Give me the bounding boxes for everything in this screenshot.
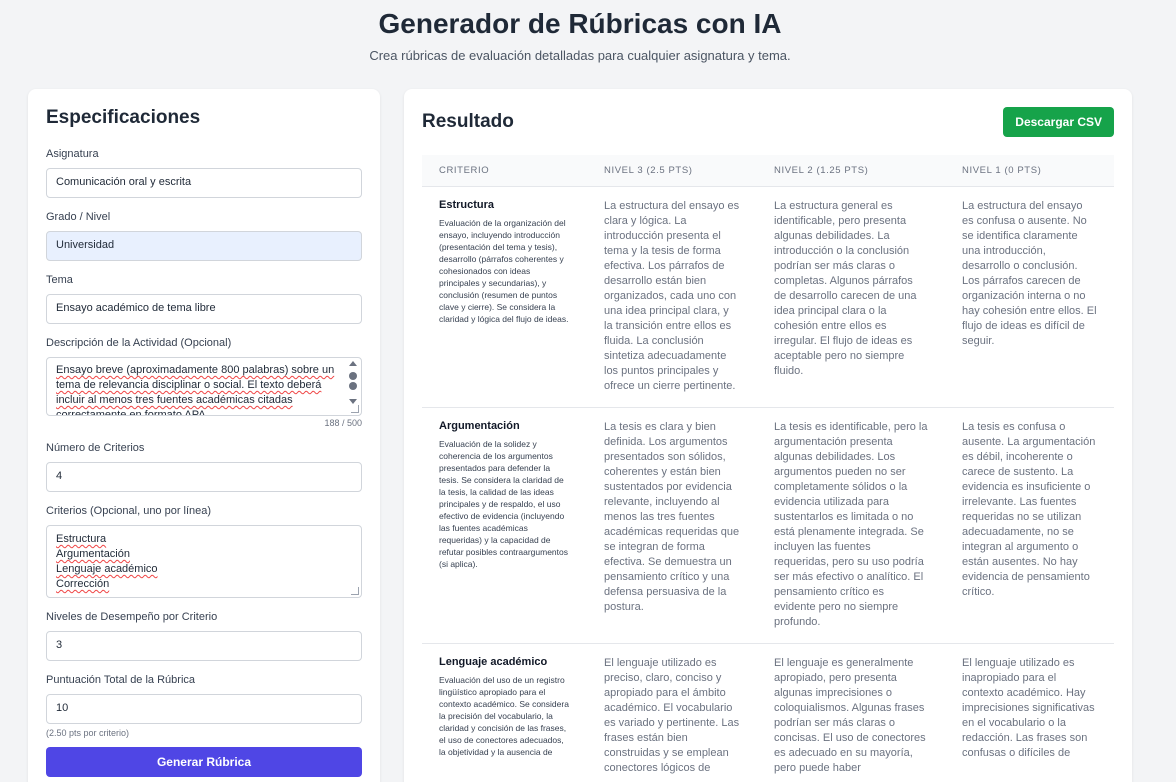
column-header: Nivel 3 (2.5 pts) [587,155,757,187]
level-cell: La estructura del ensayo es clara y lógi… [587,186,757,408]
page-subtitle: Crea rúbricas de evaluación detalladas p… [369,48,791,63]
level-cell: La estructura general es identificable, … [757,186,945,408]
criterion-cell: Estructura Evaluación de la organización… [422,186,587,408]
level-text: La estructura general es identificable, … [774,199,917,377]
scroll-up-icon[interactable] [349,361,357,366]
table-row: Lenguaje académico Evaluación del uso de… [422,643,1114,782]
grado-label: Grado / Nivel [46,211,111,223]
table-row: Argumentación Evaluación de la solidez y… [422,407,1114,644]
level-cell: El lenguaje utilizado es inapropiado par… [945,643,1114,782]
rubric-table: Criterio Nivel 3 (2.5 pts) Nivel 2 (1.25… [422,155,1114,782]
criterion-description: Evaluación del uso de un registro lingüí… [439,674,569,757]
criterion-name: Lenguaje académico [439,655,548,668]
criterion-description: Evaluación de la solidez y coherencia de… [439,438,568,569]
level-text: El lenguaje utilizado es preciso, claro,… [604,656,740,774]
level-cell: La tesis es clara y bien definida. Los a… [587,407,757,644]
criterio-line: Argumentación [56,548,130,560]
level-cell: La estructura del ensayo es confusa o au… [945,186,1114,408]
scroll-thumb[interactable] [349,382,357,390]
grado-input[interactable]: Universidad [46,231,362,261]
level-text: La estructura del ensayo es clara y lógi… [604,199,740,392]
criterion-cell: Lenguaje académico Evaluación del uso de… [422,643,587,782]
level-cell: El lenguaje es generalmente apropiado, p… [757,643,945,782]
descripcion-line: correctamente en formato APA. [56,409,209,416]
criterion-description: Evaluación de la organización del ensayo… [439,217,569,324]
descripcion-counter: 188 / 500 [324,418,362,428]
download-csv-button[interactable]: Descargar CSV [1003,107,1114,137]
specifications-title: Especificaciones [46,107,201,128]
descripcion-line: incluir al menos tres fuentes académicas… [56,394,293,406]
level-cell: La tesis es identificable, pero la argum… [757,407,945,644]
puntuacion-hint: (2.50 pts por criterio) [46,728,130,738]
level-text: La tesis es clara y bien definida. Los a… [604,420,740,613]
generate-rubric-button[interactable]: Generar Rúbrica [46,747,362,777]
asignatura-label: Asignatura [46,148,99,160]
criterio-line: Corrección [56,578,110,590]
specifications-panel: Especificaciones Asignatura Comunicación… [28,89,380,782]
level-text: La estructura del ensayo es confusa o au… [962,199,1097,347]
scroll-thumb[interactable] [349,372,357,380]
tema-input[interactable]: Ensayo académico de tema libre [46,294,362,324]
level-text: La tesis es confusa o ausente. La argume… [962,420,1096,598]
level-text: La tesis es identificable, pero la argum… [774,420,928,628]
puntuacion-input[interactable]: 10 [46,694,362,724]
criterio-line: Lenguaje académico [56,563,158,575]
criterion-name: Estructura [439,198,495,211]
criterios-textarea[interactable]: Estructura Argumentación Lenguaje académ… [46,525,362,598]
table-row: Estructura Evaluación de la organización… [422,186,1114,408]
resize-handle-icon[interactable] [351,587,359,595]
level-cell: La tesis es confusa o ausente. La argume… [945,407,1114,644]
result-panel: Resultado Descargar CSV Criterio Nivel 3… [404,89,1132,782]
column-header: Nivel 1 (0 pts) [945,155,1114,187]
niveles-label: Niveles de Desempeño por Criterio [46,611,218,623]
resize-handle-icon[interactable] [351,405,359,413]
column-header: Nivel 2 (1.25 pts) [757,155,945,187]
scroll-down-icon[interactable] [349,399,357,404]
asignatura-input[interactable]: Comunicación oral y escrita [46,168,362,198]
criterion-cell: Argumentación Evaluación de la solidez y… [422,407,587,644]
puntuacion-label: Puntuación Total de la Rúbrica [46,674,196,686]
criterion-name: Argumentación [439,419,520,432]
descripcion-textarea[interactable]: Ensayo breve (aproximadamente 800 palabr… [46,357,362,416]
tema-label: Tema [46,274,73,286]
result-header: Resultado Descargar CSV [422,89,1114,155]
descripcion-line: tema de relevancia disciplinar o social.… [56,379,322,391]
num-criterios-label: Número de Criterios [46,442,145,454]
descripcion-label: Descripción de la Actividad (Opcional) [46,337,232,349]
level-text: El lenguaje utilizado es inapropiado par… [962,656,1095,759]
criterios-label: Criterios (Opcional, uno por línea) [46,505,212,517]
column-header: Criterio [422,155,587,187]
table-header-row: Criterio Nivel 3 (2.5 pts) Nivel 2 (1.25… [422,155,1114,187]
result-title: Resultado [422,111,514,132]
num-criterios-input[interactable]: 4 [46,462,362,492]
level-cell: El lenguaje utilizado es preciso, claro,… [587,643,757,782]
niveles-input[interactable]: 3 [46,631,362,661]
criterio-line: Estructura [56,533,107,545]
descripcion-line: Ensayo breve (aproximadamente 800 palabr… [56,364,335,376]
level-text: El lenguaje es generalmente apropiado, p… [774,656,926,774]
page-title: Generador de Rúbricas con IA [378,8,782,39]
